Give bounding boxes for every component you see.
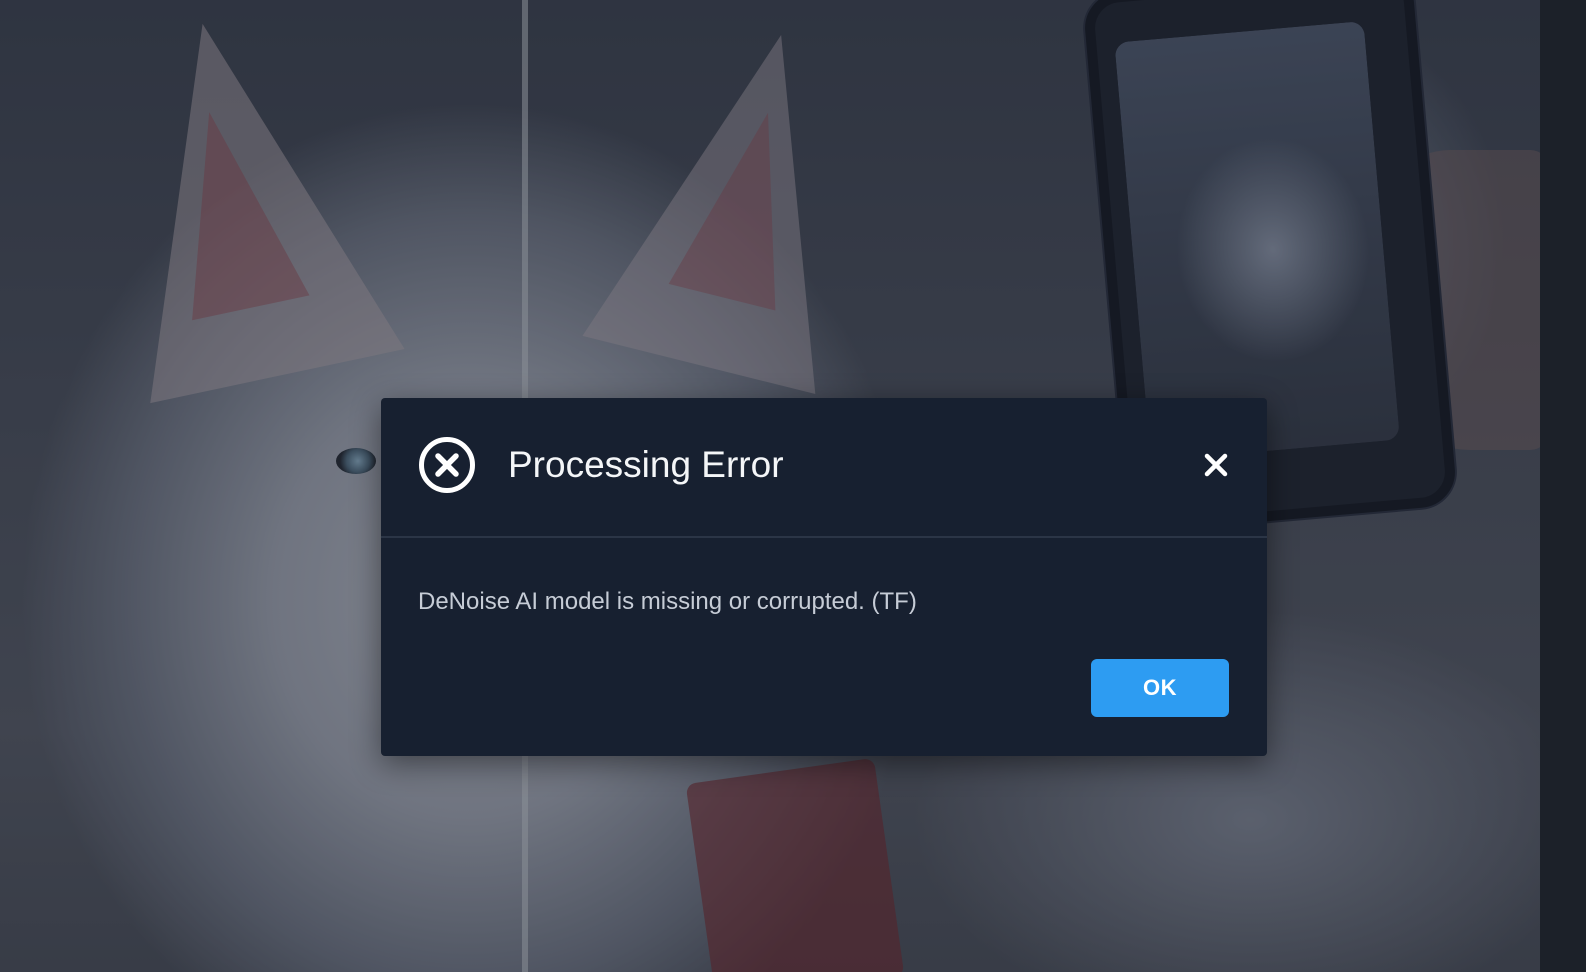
error-message: DeNoise AI model is missing or corrupted… [418,588,917,615]
side-panel-edge [1540,0,1586,972]
close-icon[interactable] [1199,448,1233,482]
processing-error-dialog: Processing Error DeNoise AI model is mis… [381,398,1267,756]
dialog-title: Processing Error [508,444,784,485]
ok-button[interactable]: OK [1091,659,1229,717]
error-circle-x-icon [419,437,475,493]
app-viewport: Processing Error DeNoise AI model is mis… [0,0,1586,972]
dialog-header: Processing Error [381,398,1267,538]
